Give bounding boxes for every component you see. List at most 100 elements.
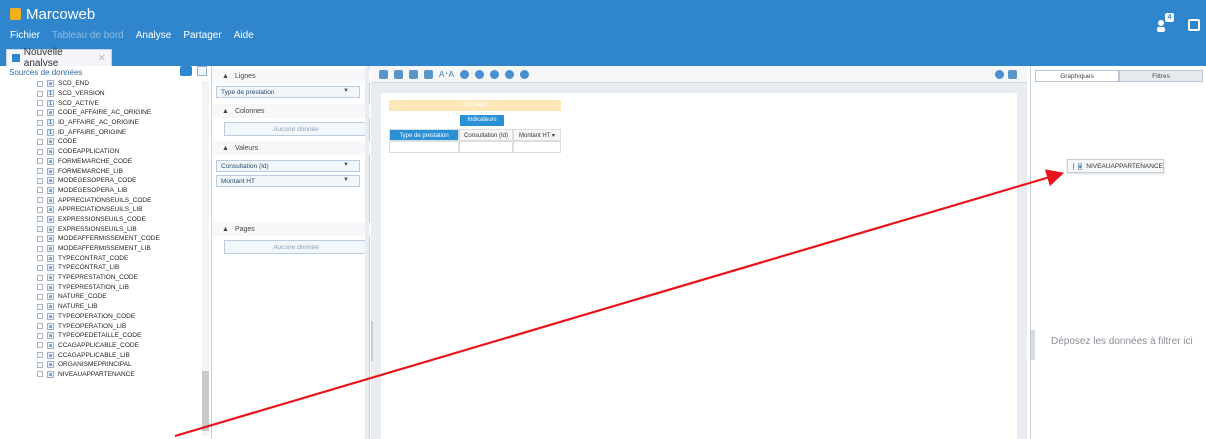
checkbox[interactable] xyxy=(37,129,43,136)
tree-item[interactable]: a TYPECONTRAT_CODE xyxy=(0,253,200,263)
colonnes-dropzone[interactable]: Aucune donnée xyxy=(224,122,368,136)
tree-item[interactable]: a TYPEOPERATION_LIB xyxy=(0,321,200,331)
dropdown-icon[interactable]: ▼ xyxy=(343,177,349,183)
scrollbar-thumb[interactable] xyxy=(202,371,209,431)
checkbox[interactable] xyxy=(37,255,43,262)
table-icon[interactable] xyxy=(409,69,418,79)
zoom-icon[interactable] xyxy=(995,70,1004,79)
tab-graphiques[interactable]: Graphiques xyxy=(1035,70,1119,82)
users-icon[interactable]: 4 xyxy=(1156,13,1176,32)
tree-item[interactable]: a APPRECIATIONSEUILS_CODE xyxy=(0,195,200,205)
checkbox[interactable] xyxy=(37,313,43,320)
checkbox[interactable] xyxy=(37,206,43,213)
checkbox[interactable] xyxy=(37,371,43,378)
dropdown-icon[interactable]: ▼ xyxy=(343,162,349,168)
col-header-consultation[interactable]: Consultation (Id) xyxy=(459,129,513,141)
checkbox[interactable] xyxy=(37,148,43,155)
checkbox[interactable] xyxy=(37,109,43,116)
section-pages[interactable]: ▲ Pages xyxy=(212,222,370,236)
action-icon[interactable] xyxy=(489,69,499,79)
tree-item[interactable]: a MODEGESOPERA_CODE xyxy=(0,176,200,186)
tree-item[interactable]: a APPRECIATIONSEUILS_LIB xyxy=(0,205,200,215)
tree-item[interactable]: a SCD_END xyxy=(0,79,200,89)
valeurs-field-consultation[interactable]: Consultation (Id) ▼ xyxy=(216,160,360,172)
checkbox[interactable] xyxy=(37,100,43,107)
tree-item[interactable]: a TYPEOPEDETAILLE_CODE xyxy=(0,331,200,341)
checkbox[interactable] xyxy=(37,158,43,165)
panel-splitter[interactable] xyxy=(365,66,369,439)
lignes-field[interactable]: Type de prestation ▼ xyxy=(216,86,360,98)
tree-item[interactable]: 1 ID_AFFAIRE_ORIGINE xyxy=(0,127,200,137)
tree-item[interactable]: a CODE xyxy=(0,137,200,147)
checkbox[interactable] xyxy=(37,177,43,184)
checkbox[interactable] xyxy=(37,187,43,194)
workspace-splitter[interactable] xyxy=(371,321,373,361)
tree-item[interactable]: a NIVEAUAPPARTENANCE xyxy=(0,370,200,380)
checkbox[interactable] xyxy=(37,274,43,281)
right-splitter[interactable] xyxy=(1031,330,1035,360)
tree-item[interactable]: a EXPRESSIONSEUILS_CODE xyxy=(0,215,200,225)
tree-item[interactable]: a NATURE_LIB xyxy=(0,302,200,312)
valeurs-field-montant[interactable]: Montant HT ▼ xyxy=(216,175,360,187)
font-size-icon[interactable]: A⁺A xyxy=(439,70,454,79)
tree-item[interactable]: a NATURE_CODE xyxy=(0,292,200,302)
tree-item[interactable]: 1 SCD_ACTIVE xyxy=(0,98,200,108)
collapse-panel-icon[interactable] xyxy=(197,66,207,76)
section-valeurs[interactable]: ▲ Valeurs xyxy=(212,141,370,155)
totals-icon[interactable] xyxy=(424,69,433,79)
menu-partager[interactable]: Partager xyxy=(183,30,221,41)
tree-item[interactable]: a TYPEPRESTATION_CODE xyxy=(0,273,200,283)
tree-item[interactable]: a FORMEMARCHE_CODE xyxy=(0,157,200,167)
action-icon[interactable] xyxy=(474,69,484,79)
tree-item[interactable]: a CODE_AFFAIRE_AC_ORIGINE xyxy=(0,108,200,118)
checkbox[interactable] xyxy=(37,361,43,368)
checkbox[interactable] xyxy=(37,264,43,271)
tree-item[interactable]: a TYPEOPERATION_CODE xyxy=(0,312,200,322)
tree-item[interactable]: a MODEAFFERMISSEMENT_CODE xyxy=(0,234,200,244)
checkbox[interactable] xyxy=(37,138,43,145)
close-tab-icon[interactable]: ✕ xyxy=(98,53,106,64)
tree-item[interactable]: a ORGANISMEPRINCIPAL xyxy=(0,360,200,370)
col-header-montant[interactable]: Montant HT ▾ xyxy=(513,129,561,141)
checkbox[interactable] xyxy=(37,323,43,330)
pages-dropzone[interactable]: Aucune donnée xyxy=(224,240,368,254)
action-icon[interactable] xyxy=(459,69,469,79)
tree-item[interactable]: a FORMEMARCHE_LIB xyxy=(0,166,200,176)
menu-fichier[interactable]: Fichier xyxy=(10,30,40,41)
tree-item[interactable]: a CCAGAPPLICABLE_CODE xyxy=(0,341,200,351)
checkbox[interactable] xyxy=(37,80,43,87)
action-icon[interactable] xyxy=(519,69,529,79)
sources-scrollbar[interactable] xyxy=(202,81,209,436)
menu-icon[interactable] xyxy=(1008,70,1017,79)
section-colonnes[interactable]: ▲ Colonnes xyxy=(212,104,370,118)
tree-item[interactable]: a CCAGAPPLICABLE_LIB xyxy=(0,350,200,360)
checkbox[interactable] xyxy=(37,226,43,233)
checkbox[interactable] xyxy=(37,303,43,310)
tree-item[interactable]: a TYPEPRESTATION_LIB xyxy=(0,282,200,292)
checkbox[interactable] xyxy=(37,293,43,300)
tree-item[interactable]: a CODEAPPLICATION xyxy=(0,147,200,157)
checkbox[interactable] xyxy=(37,352,43,359)
checkbox[interactable] xyxy=(37,235,43,242)
dropdown-icon[interactable]: ▼ xyxy=(343,88,349,94)
checkbox[interactable] xyxy=(37,197,43,204)
checkbox[interactable] xyxy=(37,284,43,291)
tree-item[interactable]: 1 ID_AFFAIRE_AC_ORIGINE xyxy=(0,118,200,128)
exit-icon[interactable] xyxy=(1188,19,1200,31)
checkbox[interactable] xyxy=(37,245,43,252)
tree-item[interactable]: a EXPRESSIONSEUILS_LIB xyxy=(0,224,200,234)
tree-item[interactable]: a MODEGESOPERA_LIB xyxy=(0,186,200,196)
tree-item[interactable]: 1 SCD_VERSION xyxy=(0,89,200,99)
tree-item[interactable]: a MODEAFFERMISSEMENT_LIB xyxy=(0,244,200,254)
add-source-icon[interactable] xyxy=(180,66,192,76)
layout-icon[interactable] xyxy=(379,69,388,79)
grid-icon[interactable] xyxy=(394,69,403,79)
action-icon[interactable] xyxy=(504,69,514,79)
menu-analyse[interactable]: Analyse xyxy=(136,30,172,41)
row-header[interactable]: Type de prestation xyxy=(389,129,459,141)
indicators-header[interactable]: Indicateurs xyxy=(460,115,504,126)
tab-nouvelle-analyse[interactable]: Nouvelle analyse ✕ xyxy=(6,47,112,69)
menu-aide[interactable]: Aide xyxy=(234,30,254,41)
checkbox[interactable] xyxy=(37,216,43,223)
checkbox[interactable] xyxy=(37,90,43,97)
